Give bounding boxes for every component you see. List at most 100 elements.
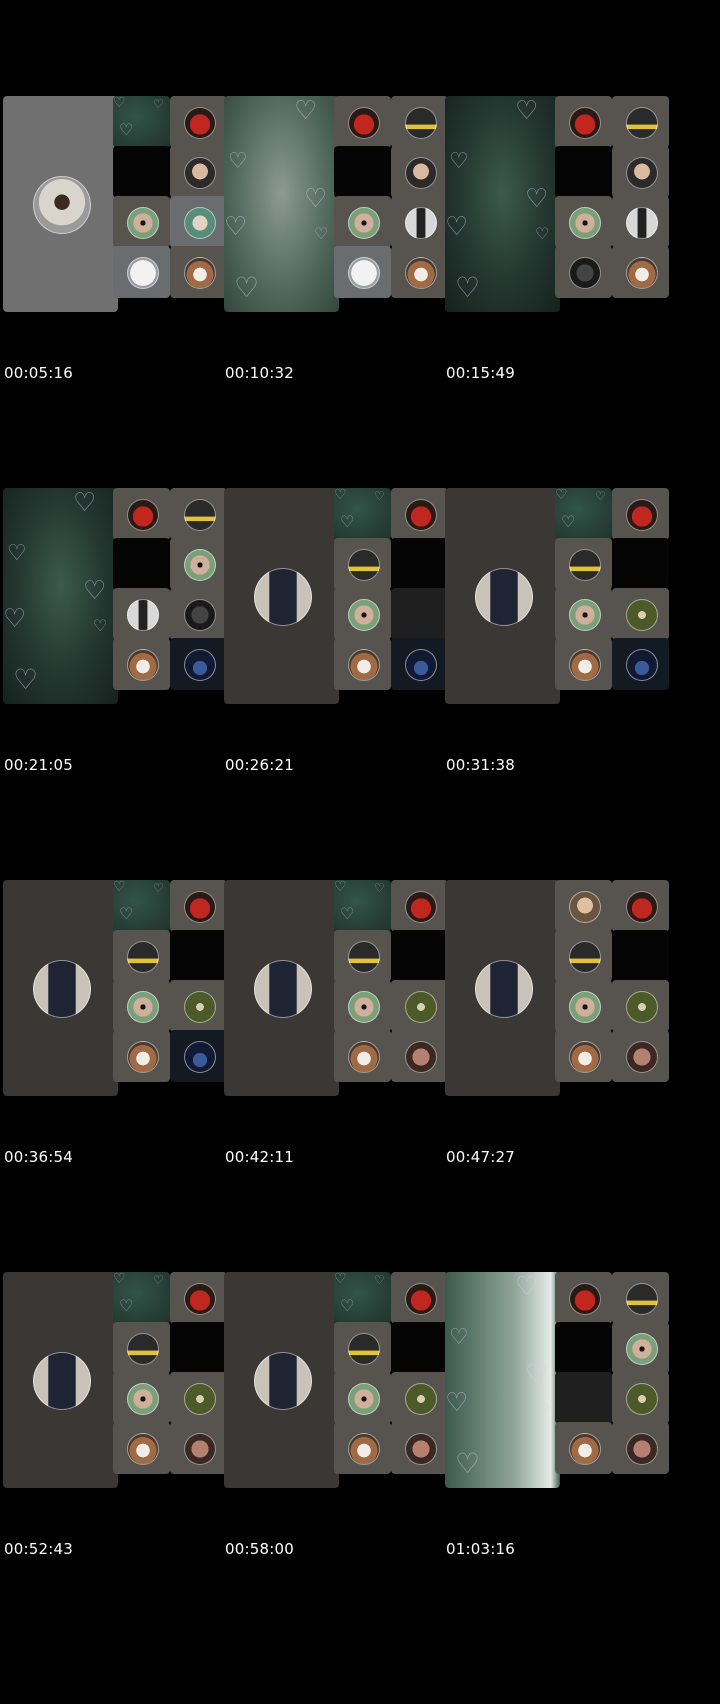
main-video-tile[interactable] [445,488,560,704]
participant-tile[interactable] [391,588,448,640]
main-video-tile[interactable]: ♡ ♡ ♡ ♡ ♡ ♡ [3,488,118,704]
participant-tile[interactable] [555,880,612,932]
participant-tile[interactable] [334,1030,391,1082]
participant-tile[interactable] [170,1322,227,1374]
participant-tile[interactable] [555,638,612,690]
participant-tile[interactable] [391,538,448,590]
participant-tile[interactable] [391,1322,448,1374]
participant-tile[interactable] [113,930,170,982]
participant-tile[interactable] [113,1030,170,1082]
participant-tile[interactable] [555,1422,612,1474]
participant-tile[interactable]: ♡ ♡ ♡ [113,96,170,148]
participant-tile[interactable] [391,246,448,298]
participant-tile[interactable] [555,1030,612,1082]
participant-tile[interactable] [170,930,227,982]
participant-tile[interactable]: ♡ ♡ ♡ [113,880,170,932]
video-frame[interactable]: ♡ ♡ ♡ [3,96,239,312]
participant-tile[interactable] [113,246,170,298]
participant-tile[interactable] [555,96,612,148]
participant-tile[interactable] [170,1372,227,1424]
participant-tile[interactable] [612,880,669,932]
participant-tile[interactable] [555,980,612,1032]
participant-tile[interactable] [170,538,227,590]
participant-tile[interactable] [170,1030,227,1082]
participant-tile[interactable]: ♡ ♡ ♡ [113,1272,170,1324]
participant-tile[interactable] [612,1030,669,1082]
participant-tile[interactable] [612,1422,669,1474]
participant-tile[interactable] [391,488,448,540]
participant-tile[interactable] [391,930,448,982]
video-frame[interactable]: ♡ ♡ ♡ ♡ ♡ ♡ [445,96,681,312]
participant-tile[interactable] [612,930,669,982]
participant-tile[interactable] [113,1322,170,1374]
main-video-tile[interactable]: ♡ ♡ ♡ ♡ ♡ ♡ [445,96,560,312]
participant-tile[interactable] [612,1272,669,1324]
main-video-tile[interactable] [224,1272,339,1488]
participant-tile[interactable] [113,488,170,540]
participant-tile[interactable] [391,980,448,1032]
video-frame[interactable]: ♡ ♡ ♡ [3,880,239,1096]
participant-tile[interactable] [170,246,227,298]
video-frame[interactable]: ♡ ♡ ♡ [3,1272,239,1488]
main-video-tile[interactable] [3,1272,118,1488]
participant-tile[interactable] [334,980,391,1032]
video-frame[interactable]: ♡ ♡ ♡ ♡ ♡ ♡ [445,1272,681,1488]
participant-tile[interactable] [612,1322,669,1374]
participant-tile[interactable] [391,196,448,248]
participant-tile[interactable] [113,1422,170,1474]
participant-tile[interactable] [555,588,612,640]
participant-tile[interactable] [391,1030,448,1082]
main-video-tile[interactable]: ♡ ♡ ♡ ♡ ♡ ♡ [445,1272,560,1488]
participant-tile[interactable] [170,880,227,932]
participant-tile[interactable] [612,488,669,540]
participant-tile[interactable] [113,196,170,248]
participant-tile[interactable] [612,146,669,198]
participant-tile[interactable]: ♡ ♡ ♡ [334,1272,391,1324]
video-frame[interactable]: ♡ ♡ ♡ [224,488,460,704]
participant-tile[interactable] [170,1272,227,1324]
participant-tile[interactable] [113,638,170,690]
participant-tile[interactable] [170,96,227,148]
participant-tile[interactable] [334,246,391,298]
participant-tile[interactable] [113,980,170,1032]
participant-tile[interactable] [334,96,391,148]
participant-tile[interactable] [113,538,170,590]
participant-tile[interactable]: ♡ ♡ ♡ [334,880,391,932]
main-video-tile[interactable] [224,488,339,704]
participant-tile[interactable] [170,980,227,1032]
participant-tile[interactable] [334,196,391,248]
participant-tile[interactable] [334,588,391,640]
video-frame[interactable]: ♡ ♡ ♡ ♡ ♡ ♡ [224,96,460,312]
participant-tile[interactable] [391,96,448,148]
participant-tile[interactable] [113,1372,170,1424]
video-frame[interactable] [445,880,681,1096]
participant-tile[interactable] [555,1372,612,1424]
participant-tile[interactable] [170,146,227,198]
participant-tile[interactable] [113,588,170,640]
participant-tile[interactable] [391,1372,448,1424]
main-video-tile[interactable] [224,880,339,1096]
main-video-tile[interactable]: ♡ ♡ ♡ ♡ ♡ ♡ [224,96,339,312]
participant-tile[interactable] [113,146,170,198]
main-video-tile[interactable] [3,880,118,1096]
participant-tile[interactable] [334,538,391,590]
participant-tile[interactable] [391,146,448,198]
participant-tile[interactable] [391,1272,448,1324]
participant-tile[interactable] [612,638,669,690]
participant-tile[interactable] [612,196,669,248]
participant-tile[interactable] [612,538,669,590]
participant-tile[interactable]: ♡ ♡ ♡ [334,488,391,540]
participant-tile[interactable] [170,1422,227,1474]
participant-tile[interactable] [170,638,227,690]
participant-tile[interactable] [555,146,612,198]
video-frame[interactable]: ♡ ♡ ♡ [224,880,460,1096]
participant-tile[interactable] [555,538,612,590]
main-video-tile[interactable] [445,880,560,1096]
participant-tile[interactable] [391,880,448,932]
participant-tile[interactable] [334,1422,391,1474]
participant-tile[interactable] [555,930,612,982]
video-frame[interactable]: ♡ ♡ ♡ ♡ ♡ ♡ [3,488,239,704]
participant-tile[interactable] [334,1372,391,1424]
participant-tile[interactable] [334,146,391,198]
participant-tile[interactable] [612,588,669,640]
